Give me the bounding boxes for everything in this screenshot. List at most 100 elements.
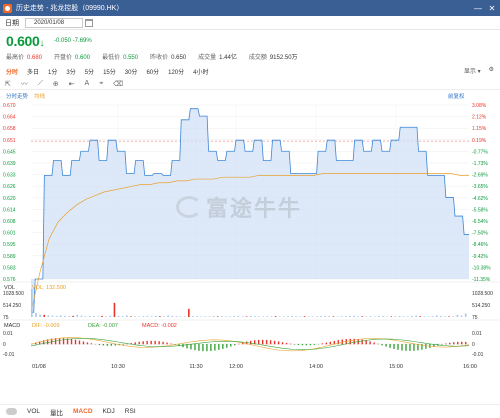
vol-bar: [349, 315, 351, 317]
vol-bar: [382, 316, 384, 317]
y-tick-right: 3.08%: [472, 103, 487, 109]
vol-bar: [216, 316, 219, 317]
vol-bar: [101, 315, 103, 317]
macd-bar: [138, 341, 140, 345]
display-dropdown[interactable]: 显示 ▾: [464, 66, 481, 75]
minimize-button[interactable]: —: [473, 3, 483, 13]
tab-indicator-vol[interactable]: VOL: [27, 408, 40, 415]
y-tick-left: 0.658: [3, 126, 16, 132]
vol-bar: [411, 315, 413, 317]
vol-bar: [423, 316, 426, 317]
macd-bar: [321, 343, 324, 345]
tab-indicator-macd[interactable]: MACD: [73, 408, 93, 415]
legend-adjust[interactable]: 前复权: [448, 92, 465, 100]
macd-bar: [393, 344, 395, 349]
date-picker-field[interactable]: 2020/01/08: [25, 17, 83, 28]
text-icon[interactable]: A: [85, 80, 90, 87]
tab-indicator-kdj[interactable]: KDJ: [103, 408, 115, 415]
stat-key: 最低价: [102, 55, 121, 61]
app-logo-icon: [3, 3, 12, 13]
y-tick-left: 0.639: [3, 161, 16, 167]
tab-period-8[interactable]: 120分: [168, 67, 184, 76]
macd-bar: [102, 344, 105, 346]
vol-bar: [192, 316, 194, 317]
vol-bar: [402, 316, 405, 317]
stat-value: 1.44亿: [219, 55, 237, 61]
toggle-switch[interactable]: [6, 408, 17, 415]
vol-bar: [126, 315, 128, 317]
fibonacci-icon[interactable]: 〰: [21, 79, 28, 89]
y-tick-right: -2.69%: [472, 173, 488, 179]
vol-bar: [80, 315, 83, 317]
macd-bar: [425, 344, 427, 349]
macd-bar: [250, 340, 252, 345]
stat-key: 成交额: [248, 55, 267, 61]
vol-bar: [51, 315, 54, 317]
tab-period-7[interactable]: 60分: [146, 67, 159, 76]
delete-icon[interactable]: ⌫: [113, 80, 123, 88]
macd-bar: [154, 340, 156, 345]
macd-bar: [389, 344, 391, 348]
measure-icon[interactable]: ⌖: [99, 80, 103, 88]
vol-bar: [283, 316, 285, 317]
stat-value: 0.650: [171, 55, 187, 61]
settings-icon[interactable]: ⚙: [489, 66, 494, 75]
tab-period-1[interactable]: 多日: [27, 67, 39, 76]
calendar-icon[interactable]: [85, 18, 93, 27]
macd-bar: [369, 341, 371, 345]
vol-bar: [365, 316, 368, 317]
vol-bar: [440, 315, 442, 317]
stat-4: 成交量 1.44亿: [198, 52, 237, 61]
tab-period-6[interactable]: 30分: [125, 67, 138, 76]
last-price: 0.600: [6, 33, 40, 49]
vol-bar: [262, 316, 264, 317]
vol-bar: [188, 308, 190, 317]
macd-bar: [194, 344, 196, 351]
vol-bar: [47, 315, 50, 317]
macd-legend: MACD: [4, 323, 20, 329]
draw-cursor-icon[interactable]: ⇱: [5, 80, 11, 88]
tab-period-5[interactable]: 15分: [103, 67, 116, 76]
vol-bar: [357, 316, 360, 317]
window-title: 历史走势 - 兆龙控股（09990.HK）: [16, 5, 124, 12]
vol-bar: [146, 315, 149, 317]
vol-bar: [340, 316, 343, 317]
macd-bar: [325, 342, 328, 345]
tab-period-3[interactable]: 3分: [66, 67, 75, 76]
y-tick-left: 0.608: [3, 219, 16, 225]
zoom-icon[interactable]: ⊕: [53, 80, 59, 88]
tab-period-2[interactable]: 1分: [48, 67, 57, 76]
vol-bar: [196, 316, 198, 317]
tab-indicator-量比[interactable]: 量比: [50, 407, 63, 417]
stat-value: 0.550: [123, 55, 139, 61]
vol-bar: [92, 316, 95, 317]
undo-icon[interactable]: ⇤: [69, 80, 75, 88]
vol-bar: [208, 316, 211, 317]
close-button[interactable]: ✕: [487, 3, 497, 13]
window-titlebar: 历史走势 - 兆龙控股（09990.HK） — ✕: [0, 0, 500, 16]
macd-bar: [202, 344, 204, 352]
legend-avg-line: 均线: [34, 92, 46, 100]
tab-period-0[interactable]: 分时: [6, 67, 18, 76]
macd-bar: [293, 344, 296, 345]
y-tick-right: -0.77%: [472, 149, 488, 155]
line-icon[interactable]: ⟋: [38, 80, 43, 88]
vol-bar: [258, 316, 260, 317]
window-controls: — ✕: [473, 3, 497, 13]
intraday-chart[interactable]: 分时走势 均线 前复权 0.670 3.08% 0.664 2.12% 0.658 1.1…: [0, 91, 500, 414]
vol-y-tick: 1028.500: [3, 291, 24, 297]
vol-bar: [64, 315, 66, 317]
tab-period-9[interactable]: 4小时: [193, 67, 208, 76]
vol-bar: [225, 316, 227, 317]
macd-bar: [206, 344, 208, 352]
tab-indicator-rsi[interactable]: RSI: [125, 408, 136, 415]
macd-bar: [349, 338, 351, 345]
y-tick-right: -9.42%: [472, 254, 488, 260]
vol-bar: [35, 312, 37, 317]
vol-y-tick-right: 514.250: [472, 303, 490, 309]
vol-bar: [76, 314, 79, 317]
period-tabs: 分时 多日 1分 3分 5分 15分 30分 60分 120分 4小时 显示 ▾ ⚙: [0, 66, 500, 77]
macd-bar: [381, 344, 383, 346]
macd-bar: [226, 344, 228, 348]
tab-period-4[interactable]: 5分: [85, 67, 94, 76]
